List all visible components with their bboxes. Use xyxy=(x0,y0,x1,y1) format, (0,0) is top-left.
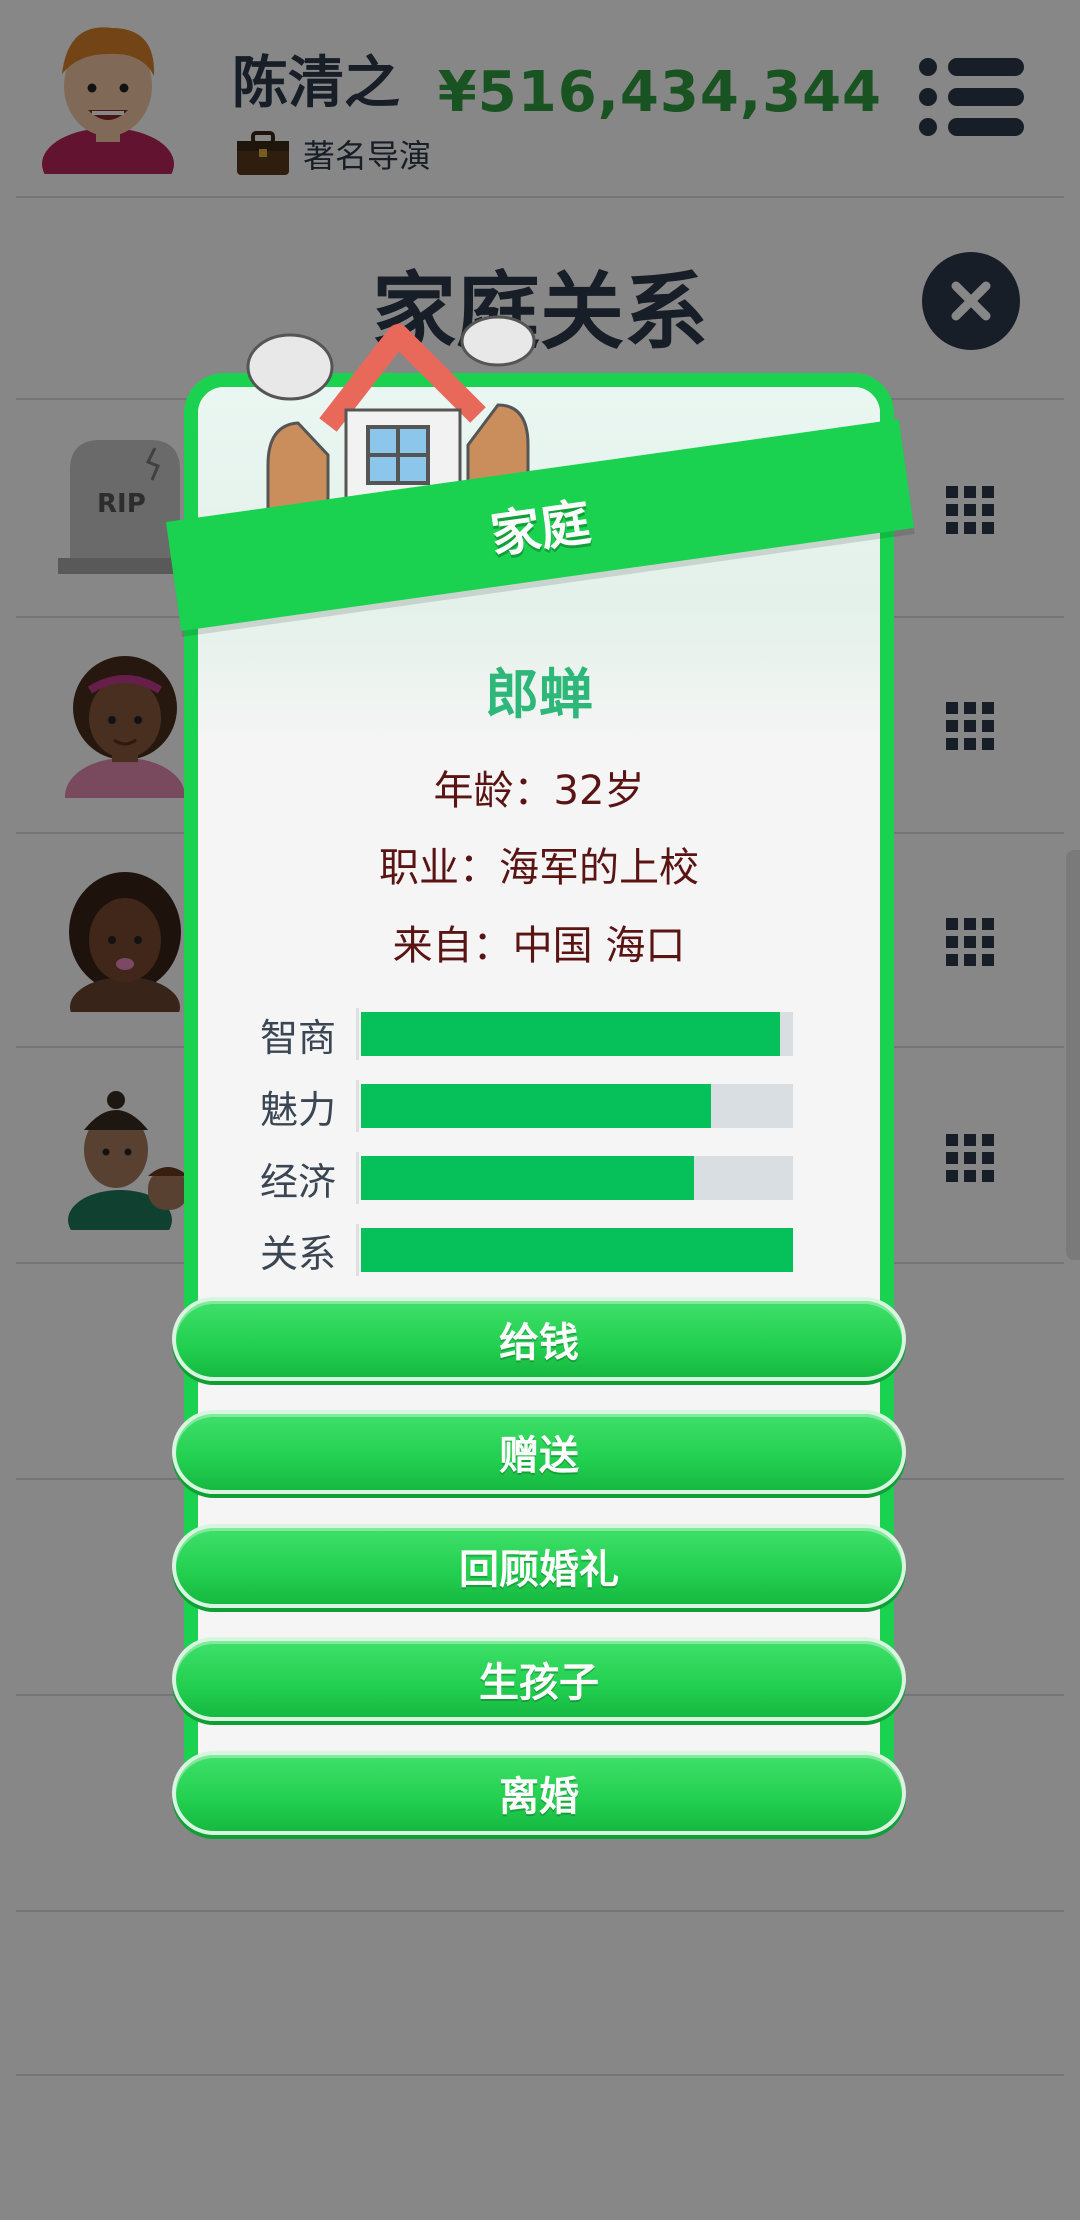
review-wedding-button[interactable]: 回顾婚礼 xyxy=(172,1524,906,1608)
stat-bar xyxy=(361,1156,793,1200)
age-line: 年龄：32岁 xyxy=(433,768,645,814)
stat-fill xyxy=(361,1228,793,1272)
stat-row-iq: 智商 xyxy=(260,1008,800,1060)
stat-label: 魅力 xyxy=(260,1087,337,1132)
stat-fill xyxy=(361,1012,781,1056)
job-line: 职业：海军的上校 xyxy=(379,845,699,891)
banner-title: 家庭 xyxy=(487,493,595,565)
stat-separator xyxy=(356,1080,359,1132)
stat-row-charm: 魅力 xyxy=(260,1080,800,1132)
stat-row-relationship: 关系 xyxy=(260,1224,800,1276)
have-child-button[interactable]: 生孩子 xyxy=(172,1637,906,1721)
gift-button[interactable]: 赠送 xyxy=(172,1410,906,1494)
stat-label: 关系 xyxy=(260,1231,337,1276)
stat-separator xyxy=(356,1224,359,1276)
from-line: 来自：中国 海口 xyxy=(392,923,686,969)
stat-label: 智商 xyxy=(260,1015,337,1060)
give-money-button[interactable]: 给钱 xyxy=(172,1297,906,1381)
stat-bar xyxy=(361,1012,793,1056)
stat-label: 经济 xyxy=(260,1159,337,1204)
stat-separator xyxy=(356,1008,359,1060)
app-screen: RIP 陈清之 著名导演 ¥516,434,344 家庭关系 家庭 郎蝉 年龄：… xyxy=(0,0,1080,2220)
stat-row-economy: 经济 xyxy=(260,1152,800,1204)
stat-separator xyxy=(356,1152,359,1204)
divorce-button[interactable]: 离婚 xyxy=(172,1751,906,1835)
person-name: 郎蝉 xyxy=(485,663,593,726)
stat-fill xyxy=(361,1084,711,1128)
stat-bar xyxy=(361,1228,793,1272)
stat-fill xyxy=(361,1156,694,1200)
stat-bar xyxy=(361,1084,793,1128)
